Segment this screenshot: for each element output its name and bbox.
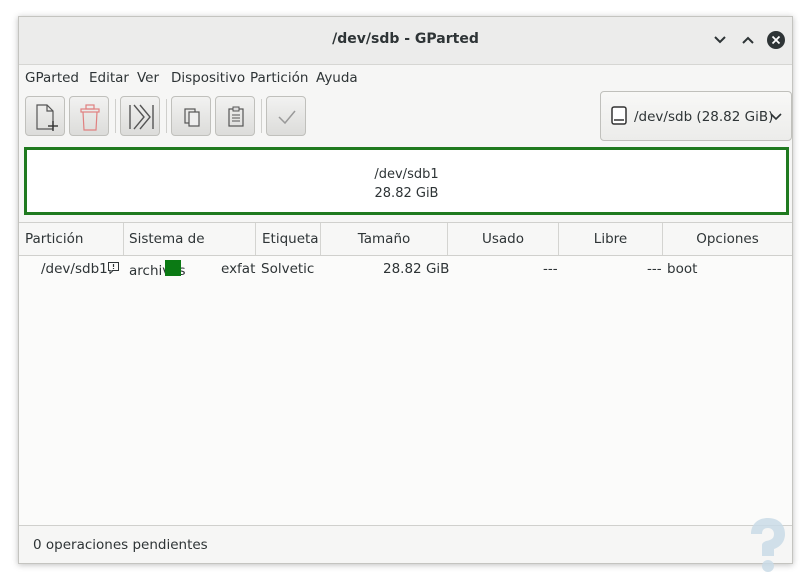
column-header-usado[interactable]: Usado [448,223,559,255]
watermark-logo [751,518,785,572]
resize-move-button[interactable] [120,96,160,136]
cell-filesystem: exfat [221,261,256,277]
menu-bar: GParted Editar Ver Dispositivo Partición… [19,65,792,91]
filesystem-color-swatch [165,260,181,276]
chevron-down-icon [770,113,782,121]
menu-particion[interactable]: Partición [250,70,308,86]
cell-label: Solvetic [261,261,315,277]
disk-map-partition[interactable]: /dev/sdb1 28.82 GiB [24,147,789,215]
column-header-libre[interactable]: Libre [559,223,663,255]
menu-gparted[interactable]: GParted [25,70,79,86]
disk-map-name: /dev/sdb1 [374,167,439,182]
apply-button[interactable] [266,96,306,136]
cell-size: 28.82 GiB [383,261,450,277]
delete-partition-button[interactable] [69,96,109,136]
menu-ayuda[interactable]: Ayuda [316,70,358,86]
chevron-up-icon [742,36,754,44]
partition-table: Partición Sistema de archivos Etiqueta T… [19,222,792,526]
resize-move-icon [129,104,154,130]
new-partition-icon [36,104,58,131]
disk-map-size: 28.82 GiB [374,186,439,201]
copy-icon [184,108,200,127]
column-header-etiqueta[interactable]: Etiqueta [256,223,321,255]
cell-flags: boot [667,261,698,277]
toolbar-separator [115,99,116,133]
drive-icon [611,106,627,125]
warning-icon [108,262,119,274]
column-header-sistema[interactable]: Sistema de archivos [124,223,256,279]
column-header-tamano[interactable]: Tamaño [321,223,448,255]
title-bar: /dev/sdb - GParted [19,17,792,65]
table-header: Partición Sistema de archivos Etiqueta T… [19,223,792,279]
window-title: /dev/sdb - GParted [332,31,479,47]
maximize-button[interactable] [737,29,759,51]
toolbar-separator [166,99,167,133]
delete-partition-icon [80,104,100,131]
table-row[interactable]: /dev/sdb1 exfat Solvetic 28.82 GiB --- -… [19,255,792,283]
paste-button[interactable] [215,96,255,136]
minimize-button[interactable] [709,29,731,51]
column-header-opciones[interactable]: Opciones [663,223,792,255]
checkmark-icon [278,110,296,125]
paste-icon [228,106,244,127]
cell-partition: /dev/sdb1 [41,261,108,277]
device-selector[interactable]: /dev/sdb (28.82 GiB) [600,91,792,141]
toolbar-separator [261,99,262,133]
copy-button[interactable] [171,96,211,136]
menu-dispositivo[interactable]: Dispositivo [171,70,245,86]
close-button[interactable] [765,29,787,51]
status-bar: 0 operaciones pendientes [19,525,792,563]
menu-editar[interactable]: Editar [89,70,129,86]
column-header-particion[interactable]: Partición [19,223,124,255]
cell-used: --- [543,261,558,277]
chevron-down-icon [714,36,726,44]
cell-free: --- [647,261,662,277]
menu-ver[interactable]: Ver [137,70,159,86]
status-text: 0 operaciones pendientes [33,537,208,553]
device-label: /dev/sdb (28.82 GiB) [634,109,774,125]
close-icon [767,31,785,49]
gparted-window: /dev/sdb - GParted GParted Editar Ver Di… [18,16,793,572]
new-partition-button[interactable] [25,96,65,136]
